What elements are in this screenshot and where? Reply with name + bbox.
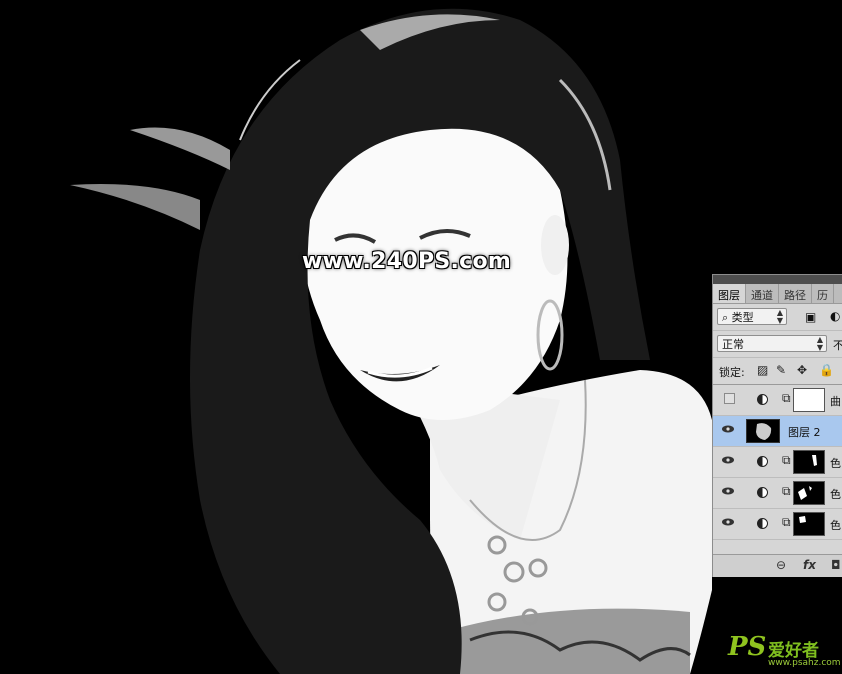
- updown-icon: ▲ ▼: [816, 335, 823, 352]
- eye-icon[interactable]: [722, 456, 734, 464]
- layer-row[interactable]: ⧉ 曲: [713, 385, 842, 416]
- fx-icon[interactable]: fx: [803, 558, 816, 572]
- mask-shape-icon: [798, 486, 812, 500]
- layer-name[interactable]: 色: [830, 517, 841, 533]
- filter-kind-select[interactable]: ⌕ 类型 ▲ ▼: [717, 308, 787, 325]
- opacity-label: 不: [833, 337, 842, 353]
- site-logo: PS 爱好者 www.psahz.com: [728, 630, 842, 674]
- panel-title-bar[interactable]: [713, 275, 842, 284]
- watermark-text: www.240PS.com: [302, 249, 512, 274]
- eye-icon[interactable]: [722, 487, 734, 495]
- eye-icon[interactable]: [722, 425, 734, 433]
- tab-layers[interactable]: 图层: [713, 284, 746, 303]
- tab-channels[interactable]: 通道: [746, 284, 779, 303]
- image-filter-icon[interactable]: ▣: [805, 310, 816, 324]
- blend-mode-label: 正常: [722, 338, 744, 351]
- layer-row[interactable]: ⧉ 色: [713, 478, 842, 509]
- link-icon[interactable]: ⊖: [776, 558, 786, 572]
- adjustment-icon: [757, 456, 768, 467]
- layer-name[interactable]: 图层 2: [788, 424, 821, 440]
- mask-shape-icon: [799, 516, 806, 523]
- layer-mask-thumbnail[interactable]: [793, 512, 825, 536]
- tab-paths[interactable]: 路径: [779, 284, 812, 303]
- adjustment-icon: [757, 487, 768, 498]
- filter-row: ⌕ 类型 ▲ ▼ ▣ ◐: [713, 304, 842, 331]
- layer-name[interactable]: 曲: [830, 393, 841, 409]
- tab-history[interactable]: 历: [812, 284, 834, 303]
- lock-row: 锁定: ▨ ✎ ✥ 🔒: [713, 358, 842, 385]
- eye-icon[interactable]: [722, 518, 734, 526]
- portrait-thumbnail-icon: [756, 423, 772, 440]
- layer-mask-thumbnail[interactable]: [793, 481, 825, 505]
- adjustment-filter-icon[interactable]: ◐: [830, 309, 840, 323]
- layer-thumbnail[interactable]: [746, 419, 780, 443]
- blend-mode-select[interactable]: 正常 ▲ ▼: [717, 335, 827, 352]
- adjustment-icon: [757, 518, 768, 529]
- site-logo-url: www.psahz.com: [768, 658, 841, 668]
- mask-shape-icon: [812, 455, 817, 466]
- adjustment-icon: [757, 394, 768, 405]
- panel-tabs: 图层 通道 路径 历: [713, 284, 842, 304]
- link-icon[interactable]: ⧉: [782, 391, 791, 406]
- layer-row[interactable]: ⧉ 色: [713, 447, 842, 478]
- search-icon: ⌕: [722, 311, 732, 324]
- site-logo-ps: PS: [728, 632, 767, 662]
- updown-icon: ▲ ▼: [776, 308, 783, 325]
- layers-panel: 图层 通道 路径 历 ⌕ 类型 ▲▼ ▣ ◐ 正常 ▲▼ 不 锁定: ▨ ✎ ✥…: [712, 274, 842, 577]
- lock-label: 锁定:: [719, 366, 745, 379]
- lock-all-icon[interactable]: 🔒: [819, 363, 834, 377]
- visibility-toggle-off[interactable]: [724, 393, 735, 404]
- link-icon[interactable]: ⧉: [782, 453, 791, 468]
- layer-mask-thumbnail[interactable]: [793, 388, 825, 412]
- layer-name[interactable]: 色: [830, 455, 841, 471]
- lock-transparent-icon[interactable]: ▨: [757, 363, 768, 377]
- layer-mask-thumbnail[interactable]: [793, 450, 825, 474]
- mask-icon[interactable]: ◘: [831, 558, 841, 572]
- link-icon[interactable]: ⧉: [782, 484, 791, 499]
- filter-kind-label: 类型: [731, 311, 754, 324]
- layer-row-selected[interactable]: 图层 2: [713, 416, 842, 447]
- blend-row: 正常 ▲▼ 不: [713, 331, 842, 358]
- panel-footer: ⊖ fx ◘: [713, 554, 842, 577]
- lock-brush-icon[interactable]: ✎: [776, 363, 786, 377]
- lock-move-icon[interactable]: ✥: [797, 363, 807, 377]
- link-icon[interactable]: ⧉: [782, 515, 791, 530]
- layer-name[interactable]: 色: [830, 486, 841, 502]
- layer-row[interactable]: ⧉ 色: [713, 509, 842, 540]
